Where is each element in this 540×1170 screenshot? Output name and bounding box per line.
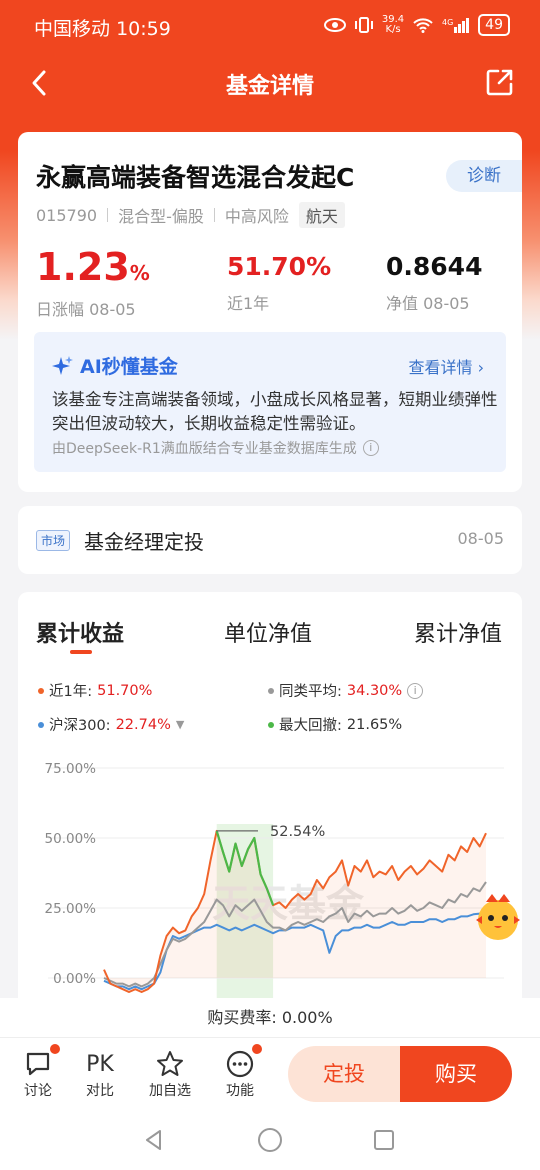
info-icon[interactable]: i <box>407 682 424 699</box>
nav-back-triangle-icon[interactable] <box>142 1128 166 1152</box>
system-nav-bar <box>0 1110 540 1170</box>
battery-indicator: 49 <box>478 14 510 36</box>
fund-type: 混合型-偏股 <box>118 207 204 226</box>
clock: 10:59 <box>116 18 171 40</box>
year-return-metric: 51.70% 近1年 <box>227 244 331 314</box>
sector-tag[interactable]: 航天 <box>298 202 345 228</box>
pk-icon: PK <box>86 1051 114 1077</box>
performance-chart-card: 累计收益 单位净值 累计净值 近1年: 51.70% 同类平均: 34.30% i … <box>18 592 522 1012</box>
sparkle-icon <box>52 355 73 375</box>
ai-title: AI秒懂基金 <box>52 352 178 379</box>
dingtou-button[interactable]: 定投 <box>288 1046 400 1102</box>
carrier: 中国移动 <box>34 18 111 40</box>
legend-peer: 同类平均: 34.30% i <box>268 680 424 701</box>
legend-fund: 近1年: 51.70% <box>38 680 152 701</box>
fund-dot <box>38 687 44 694</box>
mascot-icon[interactable] <box>470 890 526 946</box>
status-bar: 中国移动 10:59 39.4 K/s 4G 49 <box>0 0 540 52</box>
fee-value: 0.00% <box>281 1008 333 1027</box>
notification-dot <box>252 1044 262 1054</box>
chevron-right-icon: › <box>477 358 484 377</box>
y-tick-label: 75.00% <box>45 761 97 777</box>
fee-label: 购买费率: <box>207 1008 277 1027</box>
compare-button[interactable]: PK 对比 <box>70 1048 130 1100</box>
legend-drawdown: 最大回撤: 21.65% <box>268 714 402 735</box>
ai-view-details-link[interactable]: 查看详情 › <box>408 354 484 378</box>
status-carrier-time: 中国移动 10:59 <box>34 14 171 41</box>
index-dot <box>38 721 44 728</box>
dropdown-triangle-icon: ▼ <box>175 718 185 731</box>
nav-home-circle-icon[interactable] <box>257 1127 283 1153</box>
star-icon <box>157 1051 183 1076</box>
manager-dingtou-text: 基金经理定投 <box>84 530 204 554</box>
nav-metric: 0.8644 净值 08-05 <box>386 244 482 314</box>
signal-icon: 4G <box>442 18 470 33</box>
nav-label: 净值 08-05 <box>386 294 470 313</box>
vibrate-icon <box>354 17 373 33</box>
fund-code: 015790 <box>36 205 98 225</box>
return-chart[interactable]: 75.00%50.00%25.00%0.00%天天基金52.54% <box>18 752 522 1012</box>
active-tab-indicator <box>70 650 92 654</box>
daily-change-label: 日涨幅 08-05 <box>36 300 136 319</box>
nav-value: 0.8644 <box>386 252 483 281</box>
tab-cumulative-nav[interactable]: 累计净值 <box>414 616 502 648</box>
eye-icon <box>323 18 346 32</box>
bottom-action-bar: 讨论 PK 对比 加自选 功能 定投 购买 <box>0 1038 540 1110</box>
year-return-label: 近1年 <box>227 294 270 313</box>
fund-tags: 015790 混合型-偏股 中高风险 航天 <box>36 202 345 228</box>
chat-bubble-icon <box>26 1052 50 1076</box>
ai-summary-text: 该基金专注高端装备领域，小盘成长风格显著，短期业绩弹性突出但波动较大，长期收益稳… <box>52 390 498 433</box>
diagnose-button[interactable]: 诊断 <box>446 160 522 192</box>
y-tick-label: 25.00% <box>45 901 97 917</box>
functions-button[interactable]: 功能 <box>210 1044 270 1100</box>
market-tag: 市场 <box>36 530 71 551</box>
network-speed: 39.4 K/s <box>381 14 405 35</box>
share-icon[interactable] <box>484 66 516 98</box>
notification-dot <box>50 1044 60 1054</box>
tag-divider <box>213 208 215 222</box>
y-tick-label: 0.00% <box>53 971 96 987</box>
chart-tabs: 累计收益 单位净值 累计净值 <box>18 616 522 656</box>
peak-label: 52.54% <box>270 824 325 840</box>
daily-change-value: 1.23% <box>36 245 150 289</box>
ai-summary-box[interactable]: AI秒懂基金 查看详情 › 该基金专注高端装备领域，小盘成长风格显著，短期业绩弹… <box>34 332 506 472</box>
peer-dot <box>268 687 274 694</box>
purchase-fee-bar: 购买费率: 0.00% <box>0 998 540 1038</box>
status-icons: 39.4 K/s 4G 49 <box>323 14 510 36</box>
add-watchlist-button[interactable]: 加自选 <box>140 1048 200 1100</box>
tab-unit-nav[interactable]: 单位净值 <box>224 616 312 648</box>
year-return-value: 51.70% <box>227 252 332 281</box>
manager-dingtou-date: 08-05 <box>457 529 505 548</box>
fund-summary-card: 永赢高端装备智选混合发起C 诊断 015790 混合型-偏股 中高风险 航天 1… <box>18 132 522 492</box>
fund-name: 永赢高端装备智选混合发起C <box>36 163 355 192</box>
ai-source-note: 由DeepSeek-R1满血版结合专业基金数据库生成 i <box>52 438 379 458</box>
more-dots-icon <box>226 1050 254 1078</box>
legend-index[interactable]: 沪深300: 22.74% ▼ <box>38 714 184 735</box>
drawdown-dot <box>268 721 274 728</box>
tag-divider <box>107 208 109 222</box>
tab-cumulative-return[interactable]: 累计收益 <box>36 616 124 648</box>
discuss-button[interactable]: 讨论 <box>8 1044 68 1100</box>
fund-risk: 中高风险 <box>224 207 289 226</box>
y-tick-label: 50.00% <box>45 831 97 847</box>
daily-change-metric: 1.23% 日涨幅 08-05 <box>36 244 150 320</box>
nav-bar: 基金详情 <box>0 52 540 114</box>
manager-dingtou-row[interactable]: 市场 基金经理定投 08-05 <box>18 506 522 574</box>
info-icon[interactable]: i <box>362 440 379 456</box>
wifi-icon <box>413 18 433 33</box>
buy-button[interactable]: 购买 <box>400 1046 512 1102</box>
nav-recents-square-icon[interactable] <box>372 1128 396 1152</box>
page-title: 基金详情 <box>225 74 314 99</box>
svg-text:4G: 4G <box>442 18 453 27</box>
